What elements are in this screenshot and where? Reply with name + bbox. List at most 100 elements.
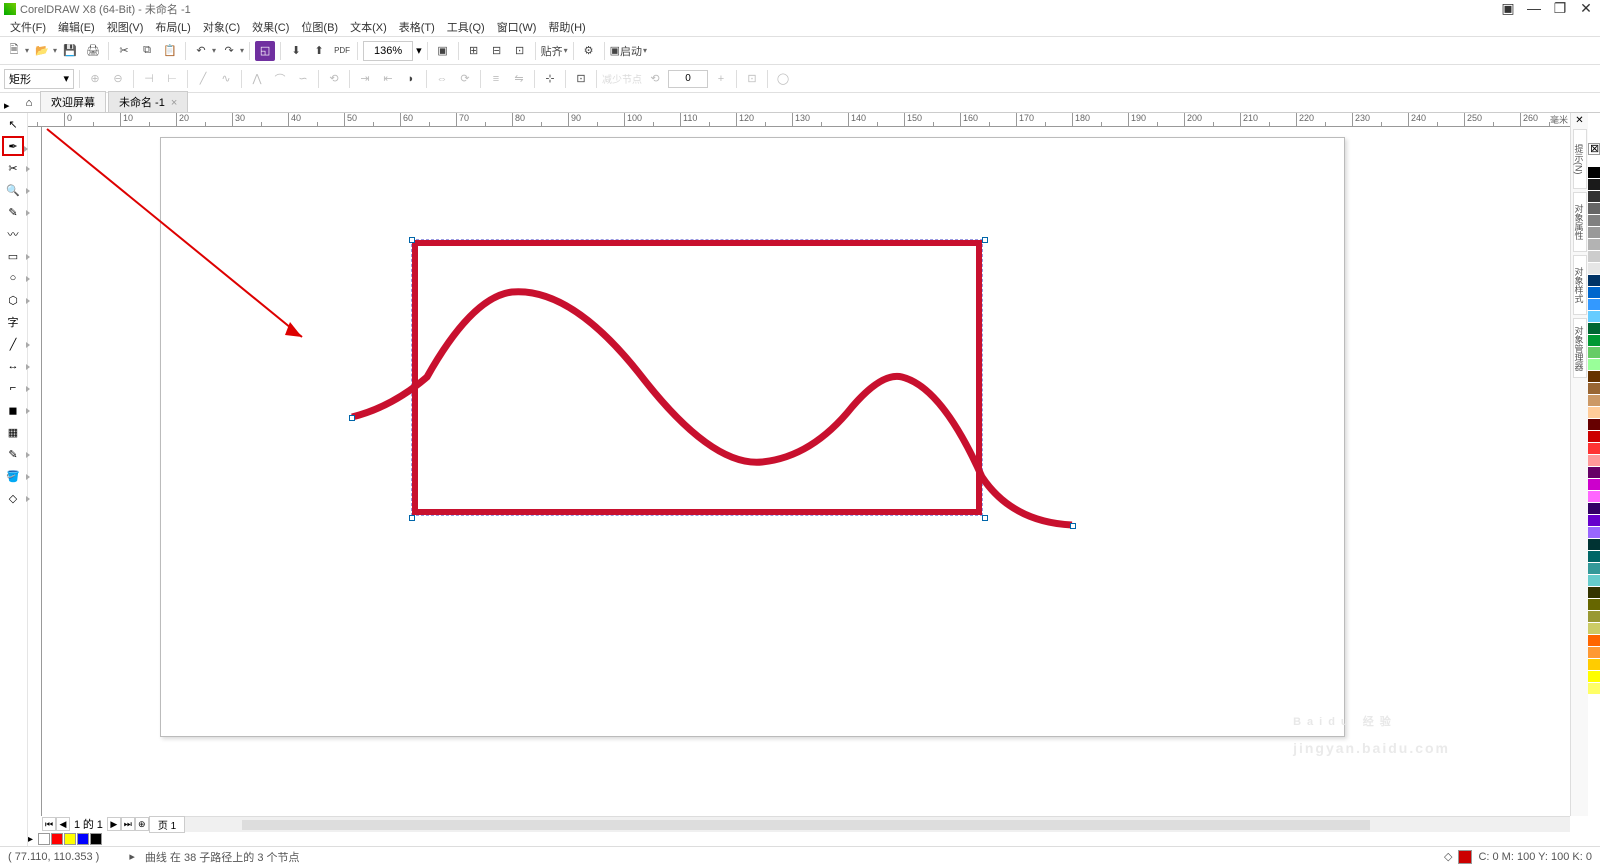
color-swatch[interactable] bbox=[1588, 551, 1600, 563]
color-swatch[interactable] bbox=[1588, 359, 1600, 371]
color-swatch[interactable] bbox=[1588, 467, 1600, 479]
elastic-icon[interactable]: ⊹ bbox=[540, 69, 560, 89]
color-swatch[interactable] bbox=[1588, 659, 1600, 671]
curve-node[interactable] bbox=[1070, 523, 1076, 529]
home-tab[interactable]: ⌂ bbox=[20, 94, 38, 112]
eyedropper-tool[interactable]: ✎ bbox=[2, 444, 24, 464]
color-swatch[interactable] bbox=[1588, 203, 1600, 215]
prev-page-button[interactable]: ◀ bbox=[56, 817, 70, 831]
color-swatch[interactable] bbox=[1588, 563, 1600, 575]
color-swatch[interactable] bbox=[1588, 647, 1600, 659]
mini-color-swatch[interactable] bbox=[38, 833, 50, 845]
menu-tools[interactable]: 工具(Q) bbox=[441, 19, 491, 35]
transparency-tool[interactable]: ▦ bbox=[2, 422, 24, 442]
color-swatch[interactable] bbox=[1588, 287, 1600, 299]
cut-button[interactable]: ✂ bbox=[114, 41, 134, 61]
menu-effect[interactable]: 效果(C) bbox=[246, 19, 295, 35]
color-swatch[interactable] bbox=[1588, 599, 1600, 611]
search-button[interactable]: ◱ bbox=[255, 41, 275, 61]
color-swatch[interactable] bbox=[1588, 407, 1600, 419]
first-page-button[interactable]: ⏮ bbox=[42, 817, 56, 831]
ruler-horizontal[interactable]: -100102030405060708090100110120130140150… bbox=[28, 113, 1570, 127]
ruler-vertical[interactable] bbox=[28, 127, 42, 816]
color-swatch[interactable] bbox=[1588, 383, 1600, 395]
docker-obj-styles[interactable]: 对象样式 bbox=[1573, 255, 1587, 315]
color-swatch[interactable] bbox=[1588, 299, 1600, 311]
color-swatch[interactable] bbox=[1588, 155, 1600, 167]
menu-object[interactable]: 对象(C) bbox=[197, 19, 246, 35]
color-swatch[interactable] bbox=[1588, 683, 1600, 695]
menu-help[interactable]: 帮助(H) bbox=[542, 19, 591, 35]
grid-button[interactable]: ⊟ bbox=[487, 41, 507, 61]
guides-button[interactable]: ⊡ bbox=[510, 41, 530, 61]
color-swatch[interactable] bbox=[1588, 671, 1600, 683]
color-swatch[interactable] bbox=[1588, 491, 1600, 503]
maximize-button[interactable]: ❐ bbox=[1550, 0, 1570, 17]
help-icon[interactable]: ▣ bbox=[1498, 0, 1518, 17]
dimension-tool[interactable]: ↔ bbox=[2, 356, 24, 376]
launch-button[interactable]: ▣ 启动 bbox=[610, 41, 642, 61]
options-button[interactable]: ⚙ bbox=[579, 41, 599, 61]
shape-tool[interactable]: ✒ bbox=[2, 136, 24, 156]
color-swatch[interactable] bbox=[1588, 515, 1600, 527]
freehand-tool[interactable]: ✎ bbox=[2, 202, 24, 222]
color-swatch[interactable] bbox=[1588, 635, 1600, 647]
canvas[interactable]: Baidu 经验 jingyan.baidu.com bbox=[42, 127, 1570, 816]
zoom-tool[interactable]: 🔍 bbox=[2, 180, 24, 200]
drawn-curve[interactable] bbox=[342, 277, 1082, 537]
menu-view[interactable]: 视图(V) bbox=[101, 19, 150, 35]
polygon-tool[interactable]: ⬡ bbox=[2, 290, 24, 310]
color-swatch[interactable] bbox=[1588, 191, 1600, 203]
select-all-icon[interactable]: ⊡ bbox=[571, 69, 591, 89]
redo-button[interactable]: ↷ bbox=[219, 41, 239, 61]
color-swatch[interactable] bbox=[1588, 227, 1600, 239]
paste-button[interactable]: 📋 bbox=[160, 41, 180, 61]
mini-color-swatch[interactable] bbox=[77, 833, 89, 845]
docker-obj-props[interactable]: 对象属性 bbox=[1573, 192, 1587, 252]
palette-arrow-icon[interactable]: ▸ bbox=[28, 834, 33, 845]
color-swatch[interactable] bbox=[1588, 479, 1600, 491]
snap-button[interactable]: 贴齐 bbox=[541, 41, 563, 61]
color-swatch[interactable] bbox=[1588, 167, 1600, 179]
color-swatch[interactable] bbox=[1588, 323, 1600, 335]
color-swatch[interactable] bbox=[1588, 311, 1600, 323]
mini-color-swatch[interactable] bbox=[51, 833, 63, 845]
color-swatch[interactable] bbox=[1588, 371, 1600, 383]
close-curve-icon[interactable]: ◗ bbox=[401, 69, 421, 89]
color-swatch[interactable] bbox=[1588, 395, 1600, 407]
color-swatch[interactable] bbox=[1588, 239, 1600, 251]
color-swatch[interactable] bbox=[1588, 611, 1600, 623]
no-color-swatch[interactable]: ⊠ bbox=[1588, 143, 1600, 155]
tab-doc1[interactable]: 未命名 -1× bbox=[108, 91, 188, 112]
color-swatch[interactable] bbox=[1588, 263, 1600, 275]
rectangle-tool[interactable]: ▭ bbox=[2, 246, 24, 266]
curve-node[interactable] bbox=[349, 415, 355, 421]
menu-table[interactable]: 表格(T) bbox=[393, 19, 441, 35]
color-swatch[interactable] bbox=[1588, 587, 1600, 599]
menu-text[interactable]: 文本(X) bbox=[344, 19, 393, 35]
export-button[interactable]: ⬆ bbox=[309, 41, 329, 61]
docker-obj-mgr[interactable]: 对象管理器 bbox=[1573, 318, 1587, 378]
menu-window[interactable]: 窗口(W) bbox=[491, 19, 543, 35]
color-swatch[interactable] bbox=[1588, 455, 1600, 467]
ellipse-tool[interactable]: ○ bbox=[2, 268, 24, 288]
undo-button[interactable]: ↶ bbox=[191, 41, 211, 61]
color-swatch[interactable] bbox=[1588, 539, 1600, 551]
mini-color-swatch[interactable] bbox=[64, 833, 76, 845]
color-swatch[interactable] bbox=[1588, 419, 1600, 431]
copy-button[interactable]: ⧉ bbox=[137, 41, 157, 61]
fill-none-icon[interactable]: ◇ bbox=[1444, 850, 1452, 863]
close-button[interactable]: ✕ bbox=[1576, 0, 1596, 17]
import-button[interactable]: ⬇ bbox=[286, 41, 306, 61]
menu-layout[interactable]: 布局(L) bbox=[149, 19, 196, 35]
color-swatch[interactable] bbox=[1588, 575, 1600, 587]
connector-tool[interactable]: ⌐ bbox=[2, 378, 24, 398]
next-page-button[interactable]: ▶ bbox=[107, 817, 121, 831]
color-swatch[interactable] bbox=[1588, 347, 1600, 359]
new-doc-button[interactable]: 🗎 bbox=[4, 41, 24, 61]
color-swatch[interactable] bbox=[1588, 443, 1600, 455]
docker-close-icon[interactable]: ✕ bbox=[1575, 115, 1583, 126]
print-button[interactable]: 🖨 bbox=[83, 41, 103, 61]
color-swatch[interactable] bbox=[1588, 623, 1600, 635]
dropshadow-tool[interactable]: ◼ bbox=[2, 400, 24, 420]
